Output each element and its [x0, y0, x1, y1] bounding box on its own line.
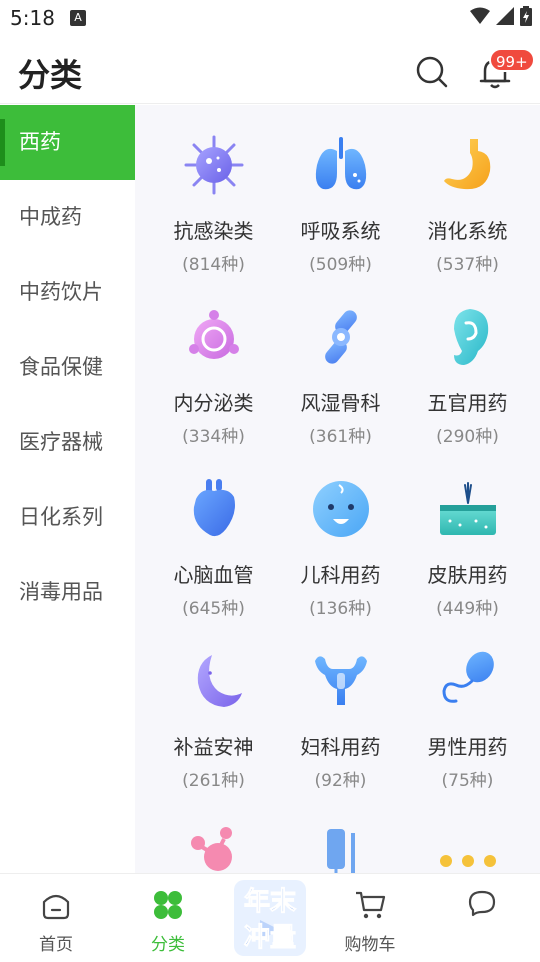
- grid-category-icon: [154, 891, 182, 919]
- category-cardio-cerebro[interactable]: 心脑血管 (645种): [150, 477, 277, 633]
- page-title: 分类: [18, 56, 83, 94]
- tab-cart[interactable]: 购物车: [325, 888, 415, 955]
- sidebar-item-health-food[interactable]: 食品保健: [0, 330, 135, 405]
- category-anti-infection[interactable]: 抗感染类 (814种): [150, 133, 277, 289]
- category-name: 风湿骨科: [300, 391, 381, 415]
- category-count: (537种): [436, 255, 499, 275]
- category-name: 呼吸系统: [300, 219, 381, 243]
- category-dermatology[interactable]: 皮肤用药 (449种): [404, 477, 531, 633]
- header: 分类 99+: [0, 36, 540, 104]
- chat-bubble-icon: [468, 890, 496, 917]
- category-count: (290种): [436, 427, 499, 447]
- status-bar: 5:18 A: [0, 0, 540, 36]
- tab-category[interactable]: 分类: [123, 888, 213, 955]
- category-facial-features[interactable]: 五官用药 (290种): [404, 305, 531, 461]
- notification-badge: 99+: [489, 48, 535, 72]
- category-name: 男性用药: [427, 735, 508, 759]
- category-count: (75种): [441, 771, 494, 791]
- category-digestive[interactable]: 消化系统 (537种): [404, 133, 531, 289]
- category-respiratory[interactable]: 呼吸系统 (509种): [277, 133, 404, 289]
- stomach-icon: [443, 139, 490, 190]
- category-name: 补益安神: [173, 735, 254, 759]
- category-partial-1[interactable]: [150, 821, 277, 873]
- endocrine-icon: [188, 310, 239, 359]
- baby-icon: [312, 481, 369, 537]
- category-more[interactable]: [404, 821, 531, 873]
- skin-icon: [439, 482, 496, 535]
- battery-icon: [520, 6, 532, 26]
- home-icon: [42, 894, 70, 920]
- status-time: 5:18: [10, 6, 55, 30]
- category-sidebar: 西药 中成药 中药饮片 食品保健 医疗器械 日化系列 消毒用品: [0, 105, 135, 873]
- category-tonic-sedative[interactable]: 补益安神 (261种): [150, 649, 277, 805]
- category-count: (261种): [182, 771, 245, 791]
- category-rheumatism-ortho[interactable]: 风湿骨科 (361种): [277, 305, 404, 461]
- category-count: (334种): [182, 427, 245, 447]
- sidebar-item-medical-devices[interactable]: 医疗器械: [0, 405, 135, 480]
- sidebar-item-daily-chemicals[interactable]: 日化系列: [0, 480, 135, 555]
- bottom-tab-bar: 首页 分类 年末 冲量 购物车: [0, 873, 540, 960]
- category-count: (136种): [309, 599, 372, 619]
- category-grid: 抗感染类 (814种) 呼吸系统 (509种) 消化系统 (537种) 内分泌类…: [150, 133, 531, 873]
- category-pediatric[interactable]: 儿科用药 (136种): [277, 477, 404, 633]
- category-count: (449种): [436, 599, 499, 619]
- sidebar-item-herbal-pieces[interactable]: 中药饮片: [0, 255, 135, 330]
- category-count: (509种): [309, 255, 372, 275]
- sidebar-item-disinfection[interactable]: 消毒用品: [0, 555, 135, 630]
- category-name: 妇科用药: [300, 735, 381, 759]
- category-male[interactable]: 男性用药 (75种): [404, 649, 531, 805]
- category-count: (361种): [309, 427, 372, 447]
- category-name: 消化系统: [427, 219, 508, 243]
- signal-icon: [496, 7, 514, 25]
- cart-icon: [356, 891, 386, 919]
- uterus-icon: [314, 656, 367, 705]
- sperm-icon: [441, 651, 494, 703]
- molecule-icon: [190, 827, 232, 871]
- tab-label: 首页: [39, 935, 73, 955]
- notification-a-icon: A: [70, 10, 86, 26]
- category-partial-2[interactable]: [277, 821, 404, 873]
- heart-icon: [193, 479, 235, 537]
- promo-year-end-button[interactable]: 年末 冲量: [230, 878, 310, 958]
- category-name: 儿科用药: [300, 563, 381, 587]
- ear-icon: [453, 309, 488, 365]
- category-count: (645种): [182, 599, 245, 619]
- search-icon: [416, 56, 448, 88]
- tab-home[interactable]: 首页: [11, 888, 101, 955]
- more-dots-icon: [439, 855, 496, 867]
- tab-label: 分类: [151, 935, 185, 955]
- sidebar-item-chinese-patent[interactable]: 中成药: [0, 180, 135, 255]
- category-gynecology[interactable]: 妇科用药 (92种): [277, 649, 404, 805]
- lungs-icon: [315, 137, 366, 190]
- category-count: (92种): [314, 771, 367, 791]
- search-button[interactable]: [412, 52, 452, 92]
- category-endocrine[interactable]: 内分泌类 (334种): [150, 305, 277, 461]
- bone-joint-icon: [324, 310, 357, 364]
- tab-messages[interactable]: [437, 888, 527, 926]
- category-name: 五官用药: [427, 391, 508, 415]
- category-name: 皮肤用药: [427, 563, 508, 587]
- category-content: 抗感染类 (814种) 呼吸系统 (509种) 消化系统 (537种) 内分泌类…: [135, 105, 540, 873]
- wifi-icon: [470, 7, 490, 24]
- category-name: 内分泌类: [173, 391, 254, 415]
- tab-label: 购物车: [344, 935, 396, 955]
- iv-drip-icon: [326, 829, 355, 873]
- category-name: 心脑血管: [173, 563, 254, 587]
- category-count: (814种): [182, 255, 245, 275]
- promo-line-2: 冲量: [244, 923, 296, 953]
- moon-icon: [197, 655, 242, 707]
- sidebar-item-western-medicine[interactable]: 西药: [0, 105, 135, 180]
- category-name: 抗感染类: [173, 219, 254, 243]
- virus-icon: [184, 135, 243, 195]
- status-icons: [470, 6, 532, 26]
- promo-line-1: 年末: [244, 886, 297, 917]
- promo-banner-icon: 年末 冲量: [234, 880, 306, 956]
